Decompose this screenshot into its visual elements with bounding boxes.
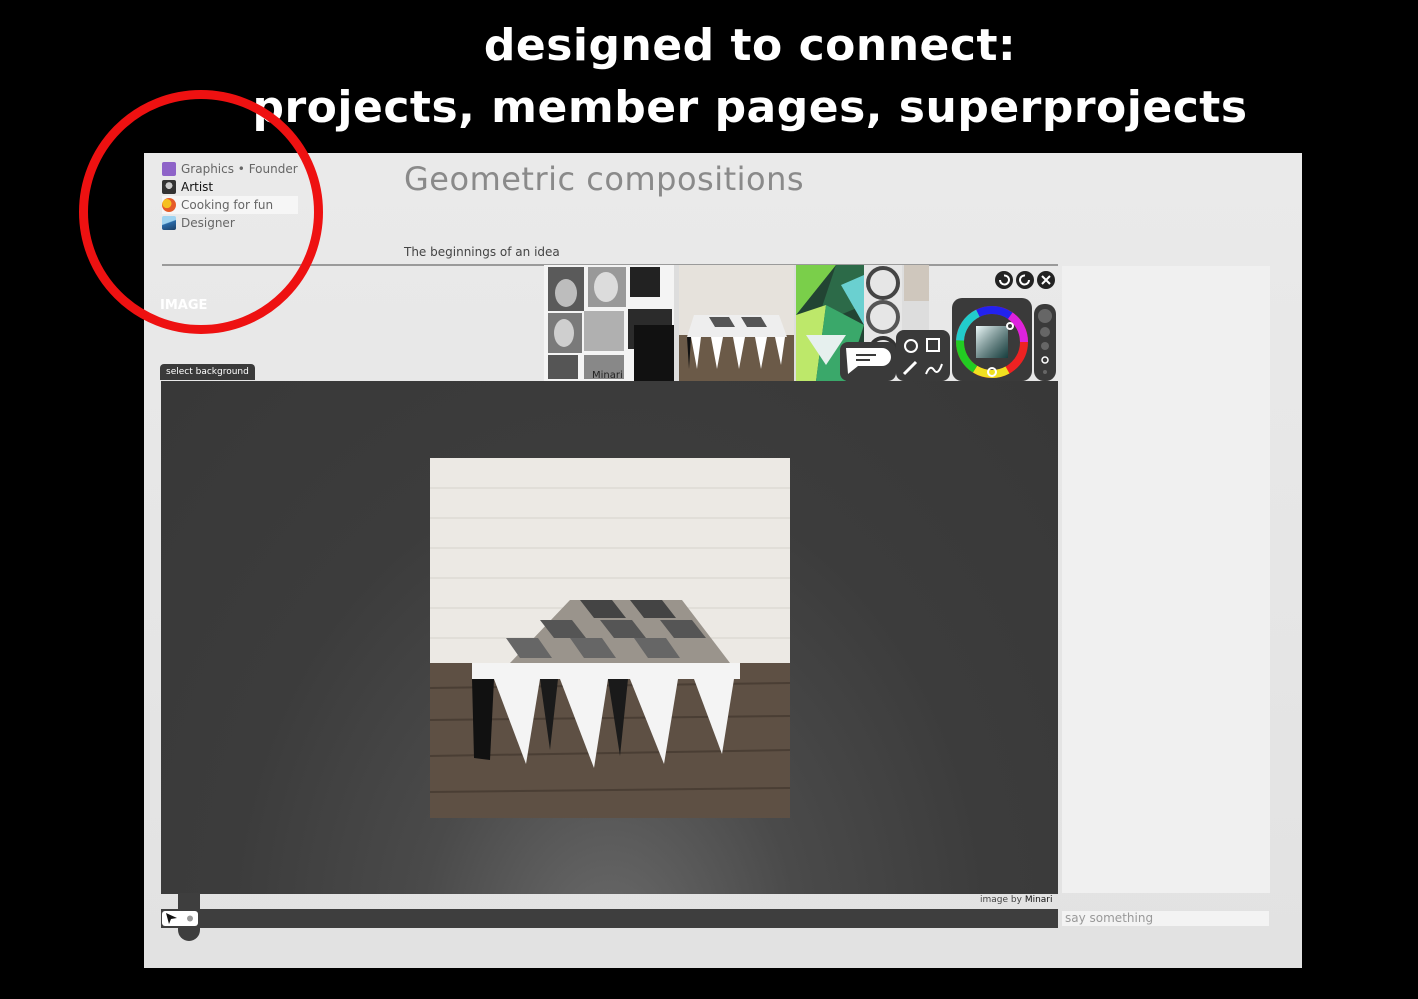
close-icon[interactable] (1037, 271, 1055, 289)
toggle-dot-icon (187, 915, 193, 922)
project-title: Geometric compositions (404, 160, 805, 198)
stool-thumbnail[interactable] (679, 265, 794, 381)
play-pointer-button[interactable] (162, 911, 198, 926)
headline-line-1: designed to connect: (483, 20, 1017, 71)
comments-panel (1062, 266, 1270, 893)
color-wheel-picker[interactable] (952, 298, 1032, 381)
annotation-circle (79, 90, 323, 334)
timeline-bar[interactable] (161, 909, 1058, 928)
collage-thumbnail[interactable]: Minari (544, 265, 674, 381)
brush-size-slider[interactable] (1034, 304, 1056, 381)
pointer-icon (166, 913, 177, 924)
thumbnail-label: Minari (592, 370, 623, 381)
image-credit-prefix: image by (980, 895, 1022, 905)
image-credit: image by Minari (980, 895, 1053, 905)
comment-input[interactable]: say something (1062, 911, 1269, 926)
redo-icon[interactable] (1016, 271, 1034, 289)
image-credit-author[interactable]: Minari (1025, 895, 1053, 905)
select-background-tab[interactable]: select background (160, 364, 255, 380)
undo-icon[interactable] (995, 271, 1013, 289)
shape-tools-icon[interactable] (896, 330, 950, 381)
main-image (429, 458, 791, 818)
project-subtitle: The beginnings of an idea (404, 245, 560, 259)
drawing-tools (840, 268, 1062, 381)
speech-bubble-icon[interactable] (840, 342, 896, 381)
